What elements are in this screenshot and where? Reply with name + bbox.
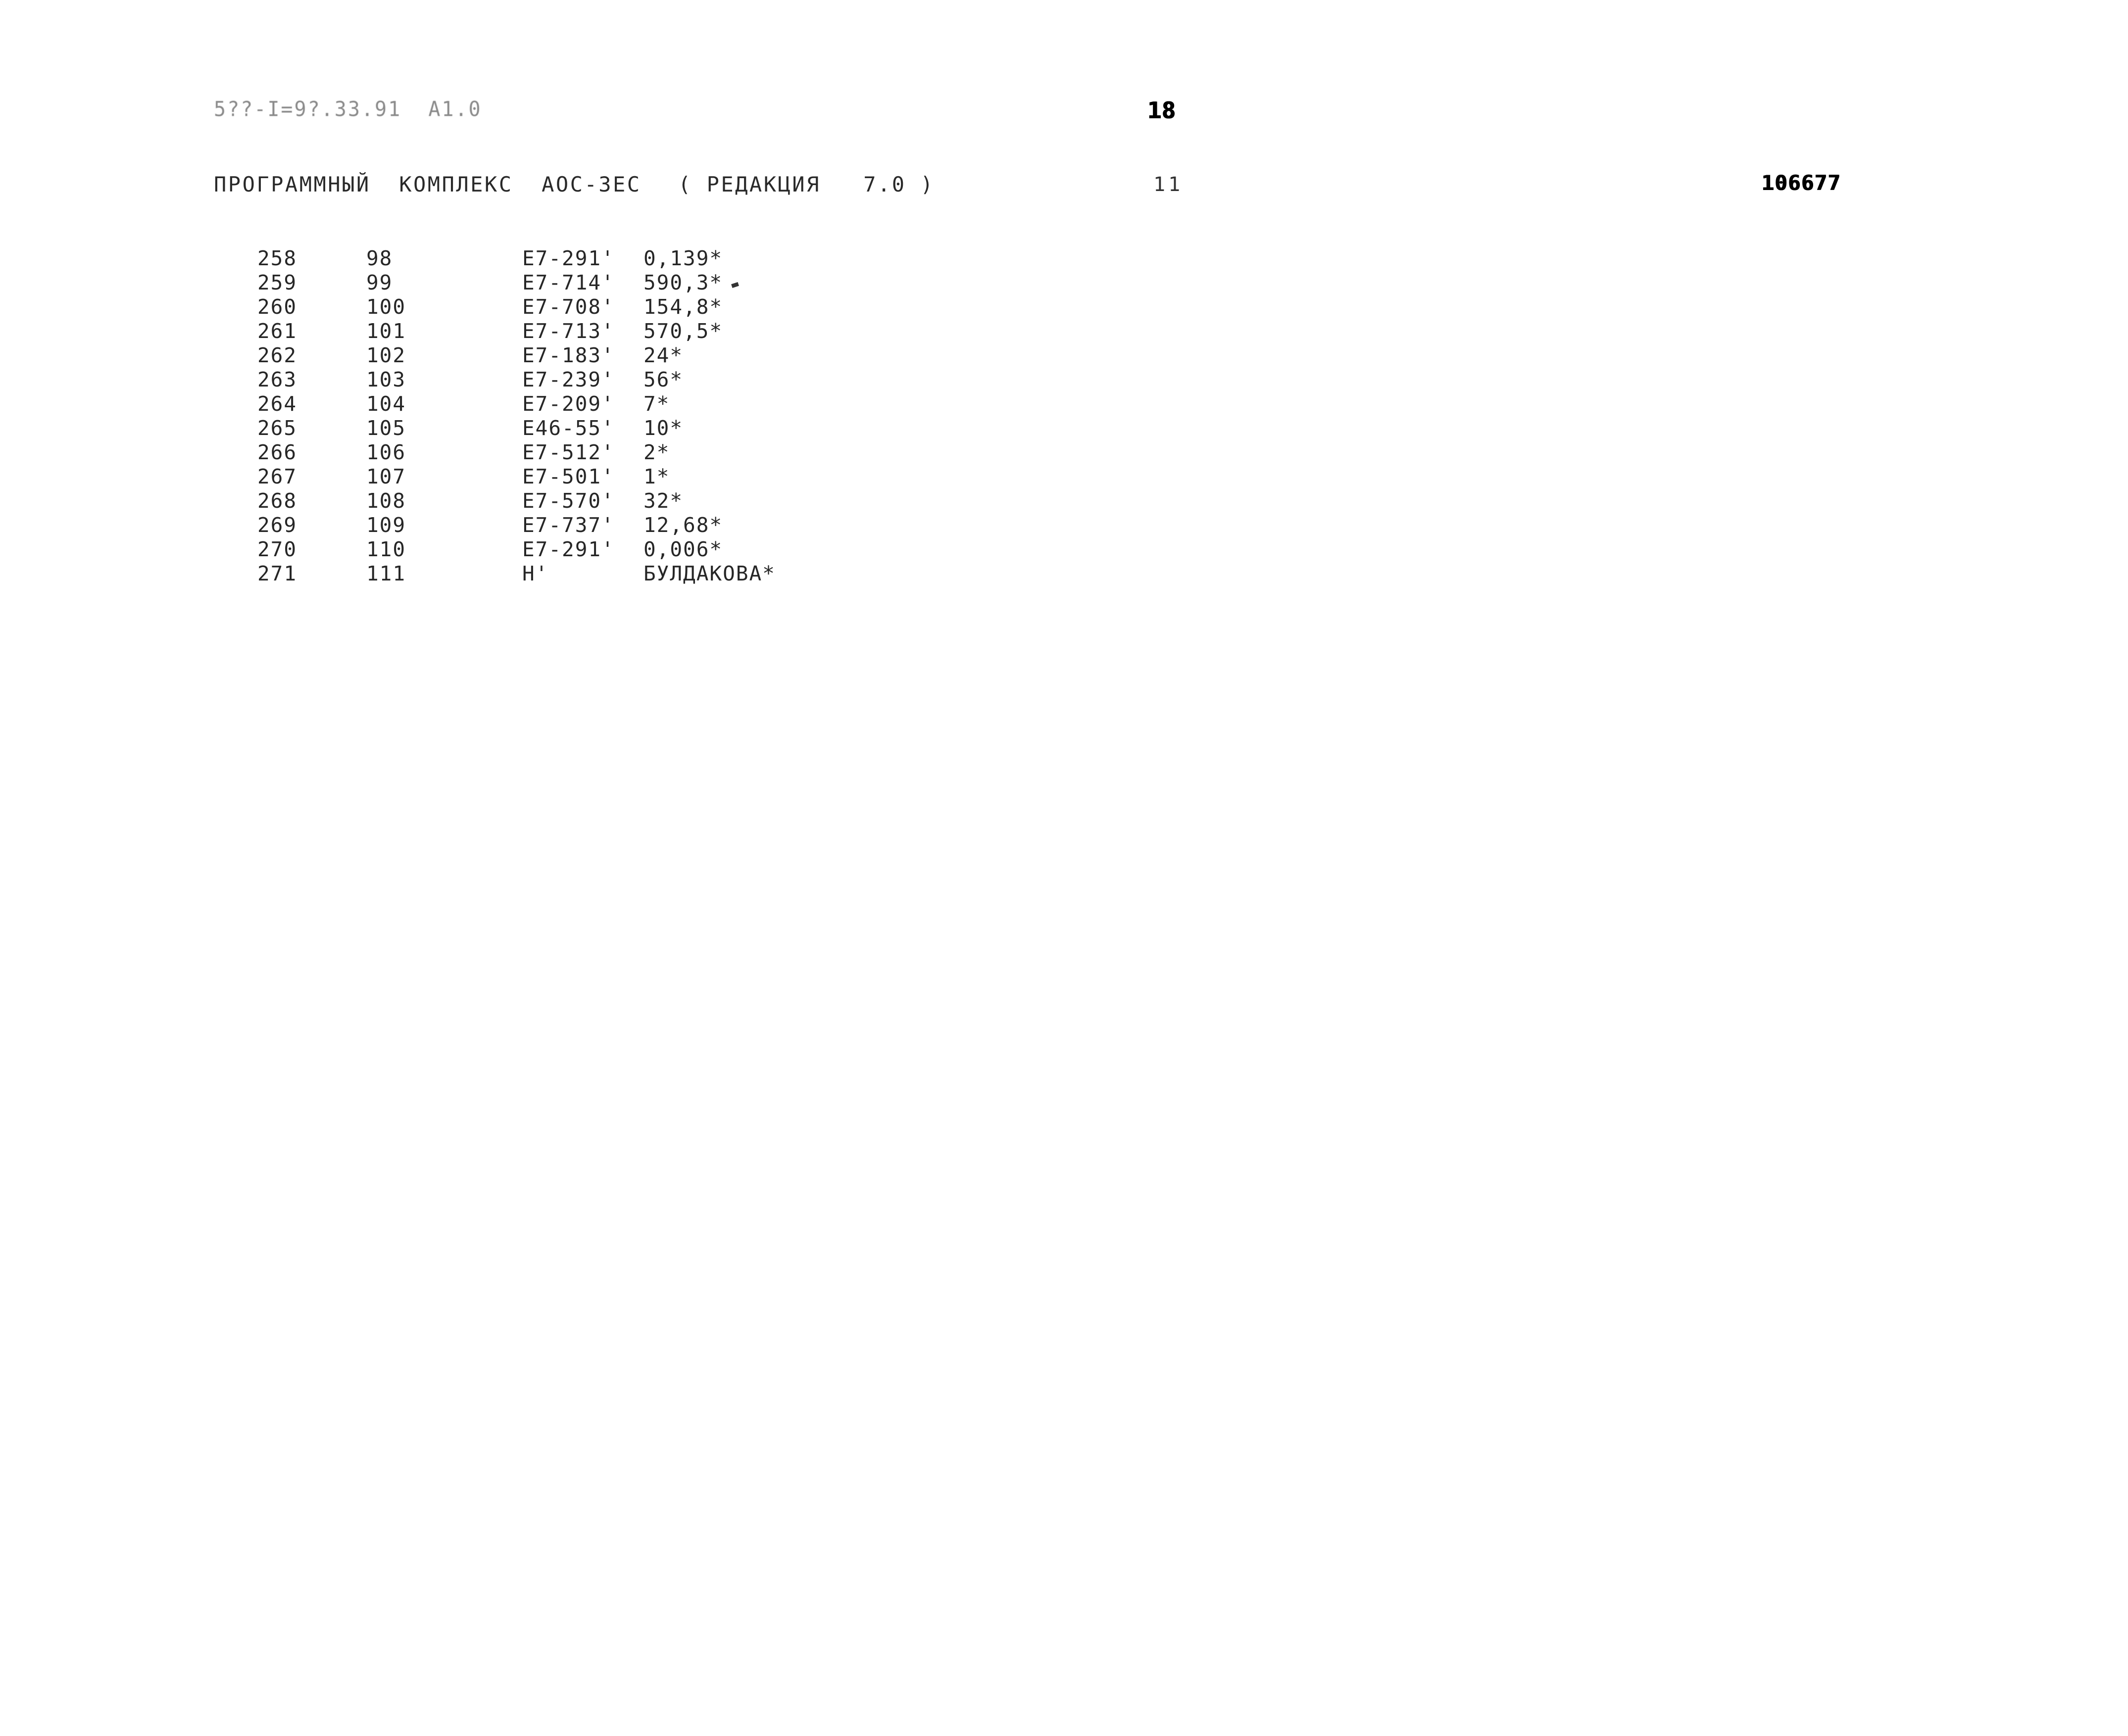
listing-code: E7-708' [522,295,615,319]
listing-seq: 108 [366,489,406,513]
listing-code: E7-239' [522,368,615,391]
listing-value: 570,5* [643,319,723,343]
listing-seq: 109 [366,513,406,537]
listing-value: 1* [643,465,670,488]
listing-index: 263 [257,368,297,391]
document-revision-label: ( РЕДАКЦИЯ 7.0 ) [678,172,935,196]
listing-row: 259 99 E7-714' 590,3* [0,271,2128,295]
listing-index: 269 [257,513,297,537]
listing-seq: 105 [366,416,406,440]
listing-value: 24* [643,343,684,367]
listing-code: E46-55' [522,416,615,440]
listing-value: 56* [643,368,684,391]
listing-row: 263 103 E7-239' 56* [0,368,2128,392]
listing-index: 271 [257,562,297,585]
listing-code: E7-209' [522,392,615,416]
listing-table: 258 98 E7-291' 0,139* 259 99 E7-714' 590,3* 260 1… [0,246,2128,586]
listing-code: E7-291' [522,246,615,270]
listing-row: 264 104 E7-209' 7* [0,392,2128,416]
listing-seq: 106 [366,440,406,464]
listing-row: 261 101 E7-713' 570,5* [0,319,2128,343]
page-number-secondary: 11 [1153,173,1184,196]
listing-value: 154,8* [643,295,723,319]
listing-code: E7-714' [522,271,615,294]
listing-row: 271 111 Н' БУЛДАКОВА* [0,562,2128,586]
listing-index: 261 [257,319,297,343]
listing-index: 268 [257,489,297,513]
listing-code: E7-183' [522,343,615,367]
listing-code: E7-501' [522,465,615,488]
listing-row: 270 110 E7-291' 0,006* [0,537,2128,562]
document-header-title: ПРОГРАММНЫЙ КОМПЛЕКС АОС-ЗЕС [214,172,642,196]
document-number: 106677 [1761,171,1841,195]
listing-index: 258 [257,246,297,270]
listing-row: 268 108 E7-570' 32* [0,489,2128,513]
listing-seq: 107 [366,465,406,488]
listing-index: 262 [257,343,297,367]
listing-row: 265 105 E46-55' 10* [0,416,2128,440]
listing-seq: 98 [366,246,393,270]
document-page: 5??-I=9?.33.91 A1.0 ПРОГРАММНЫЙ КОМПЛЕКС… [0,0,2128,1736]
page-number-top: 18 [1147,97,1176,124]
listing-code: E7-570' [522,489,615,513]
listing-value: 2* [643,440,670,464]
listing-value: 0,006* [643,537,723,561]
listing-code: E7-512' [522,440,615,464]
listing-value: БУЛДАКОВА* [643,562,776,585]
listing-seq: 111 [366,562,406,585]
listing-index: 264 [257,392,297,416]
listing-seq: 99 [366,271,393,294]
listing-seq: 110 [366,537,406,561]
listing-seq: 100 [366,295,406,319]
listing-seq: 104 [366,392,406,416]
listing-value: 0,139* [643,246,723,270]
listing-seq: 101 [366,319,406,343]
listing-index: 270 [257,537,297,561]
listing-seq: 102 [366,343,406,367]
listing-code: E7-737' [522,513,615,537]
listing-code: E7-713' [522,319,615,343]
listing-index: 267 [257,465,297,488]
listing-value: 12,68* [643,513,723,537]
listing-row: 260 100 E7-708' 154,8* [0,295,2128,319]
listing-row: 266 106 E7-512' 2* [0,440,2128,465]
listing-row: 262 102 E7-183' 24* [0,343,2128,368]
listing-value: 590,3* [643,271,723,294]
listing-code: E7-291' [522,537,615,561]
listing-row: 269 109 E7-737' 12,68* [0,513,2128,537]
listing-row: 258 98 E7-291' 0,139* [0,246,2128,271]
listing-code: Н' [522,562,549,585]
listing-seq: 103 [366,368,406,391]
listing-value: 7* [643,392,670,416]
listing-index: 260 [257,295,297,319]
listing-value: 10* [643,416,684,440]
listing-index: 259 [257,271,297,294]
print-stamp-line: 5??-I=9?.33.91 A1.0 [214,97,482,121]
listing-row: 267 107 E7-501' 1* [0,465,2128,489]
listing-index: 266 [257,440,297,464]
listing-index: 265 [257,416,297,440]
listing-value: 32* [643,489,684,513]
